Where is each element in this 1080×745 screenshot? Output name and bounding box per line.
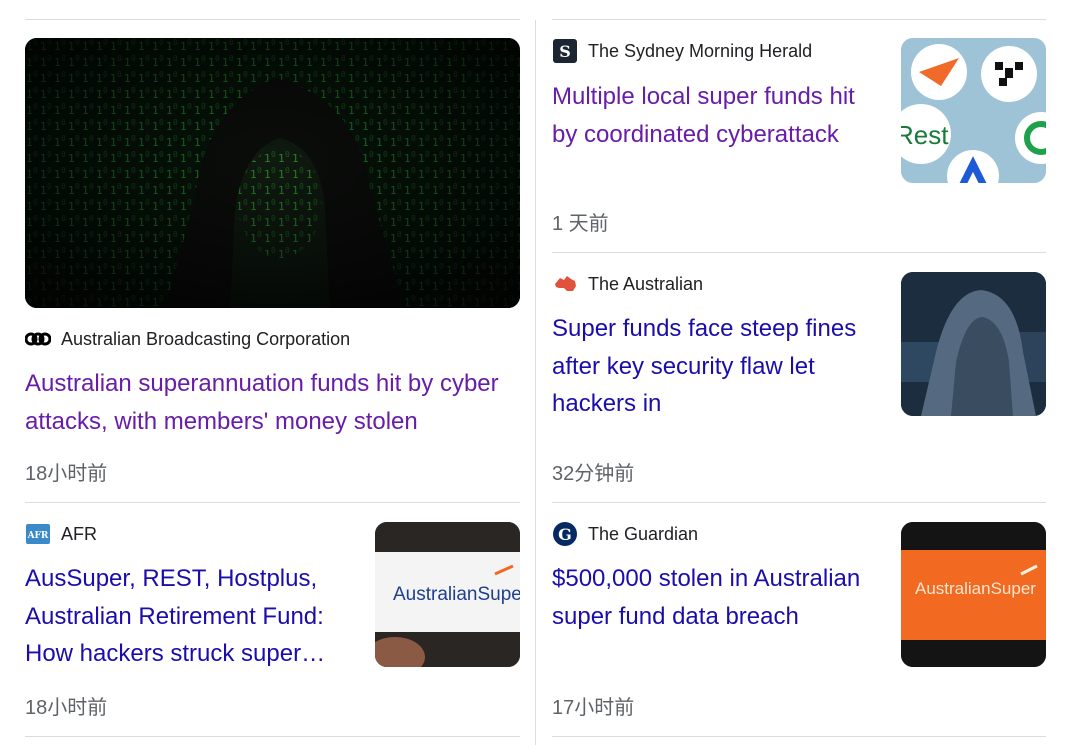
card-divider	[25, 502, 520, 503]
source-name: The Sydney Morning Herald	[588, 40, 813, 61]
hooded-hacker-monitor-image	[901, 272, 1046, 416]
article-title[interactable]: $500,000 stolen in Australian super fund…	[552, 560, 882, 635]
news-card-afr[interactable]: AFR AFR AusSuper, REST, Hostplus, Austra…	[25, 521, 520, 721]
article-thumbnail[interactable]: AustralianSuper	[901, 522, 1046, 667]
news-card-smh[interactable]: S The Sydney Morning Herald Multiple loc…	[552, 38, 1046, 238]
article-time: 17小时前	[552, 697, 635, 719]
news-card-guardian[interactable]: G The Guardian $500,000 stolen in Austra…	[552, 521, 1046, 721]
news-card-abc[interactable]: 1 0 Australian Broadcasting Corporation …	[25, 38, 520, 488]
source-row: S The Sydney Morning Herald	[552, 39, 813, 63]
source-name: Australian Broadcasting Corporation	[61, 328, 351, 349]
card-divider	[25, 736, 520, 737]
thumb-brand-text: AustralianSuper	[393, 584, 520, 605]
article-title[interactable]: Multiple local super funds hit by coordi…	[552, 78, 882, 153]
article-time: 18小时前	[25, 697, 108, 719]
svg-text:S: S	[559, 42, 571, 61]
svg-text:G: G	[558, 525, 572, 544]
source-row: G The Guardian	[552, 522, 699, 546]
card-divider	[552, 736, 1046, 737]
article-time: 32分钟前	[552, 463, 635, 485]
card-divider	[552, 252, 1046, 253]
australia-map-icon	[552, 273, 578, 295]
source-name: The Australian	[588, 273, 704, 294]
article-time: 18小时前	[25, 463, 108, 485]
hooded-hacker-green-code-image: 1 0	[25, 38, 520, 308]
article-time: 1 天前	[552, 213, 609, 235]
thumb-brand-text: AustralianSuper	[915, 579, 1036, 598]
top-divider-left	[25, 19, 520, 20]
source-name: The Guardian	[588, 523, 699, 544]
australiansuper-orange-phone-image: AustralianSuper	[901, 522, 1046, 667]
article-title[interactable]: Australian superannuation funds hit by c…	[25, 365, 520, 440]
source-name: AFR	[61, 523, 97, 544]
afr-logo-icon: AFR	[25, 523, 51, 545]
svg-text:AFR: AFR	[27, 531, 49, 541]
guardian-logo-icon: G	[552, 522, 578, 546]
article-thumbnail[interactable]: AustralianSuper	[375, 522, 520, 667]
abc-logo-icon	[25, 328, 51, 350]
article-thumbnail[interactable]: Rest	[901, 38, 1046, 183]
source-row: The Australian	[552, 273, 703, 295]
smh-logo-icon: S	[552, 39, 578, 63]
source-row: Australian Broadcasting Corporation	[25, 328, 350, 350]
source-row: AFR AFR	[25, 523, 97, 545]
card-divider	[552, 502, 1046, 503]
news-card-the-australian[interactable]: The Australian Super funds face steep fi…	[552, 271, 1046, 486]
article-thumbnail[interactable]: 1 0	[25, 38, 520, 308]
top-divider-right	[552, 19, 1046, 20]
collage-fragment-text: Rest	[901, 120, 949, 150]
super-fund-logos-collage-image: Rest	[901, 38, 1046, 183]
australiansuper-phone-image: AustralianSuper	[375, 522, 520, 667]
article-title[interactable]: Super funds face steep fines after key s…	[552, 310, 882, 423]
article-thumbnail[interactable]	[901, 272, 1046, 416]
column-divider	[535, 20, 536, 745]
article-title[interactable]: AusSuper, REST, Hostplus, Australian Ret…	[25, 560, 355, 673]
